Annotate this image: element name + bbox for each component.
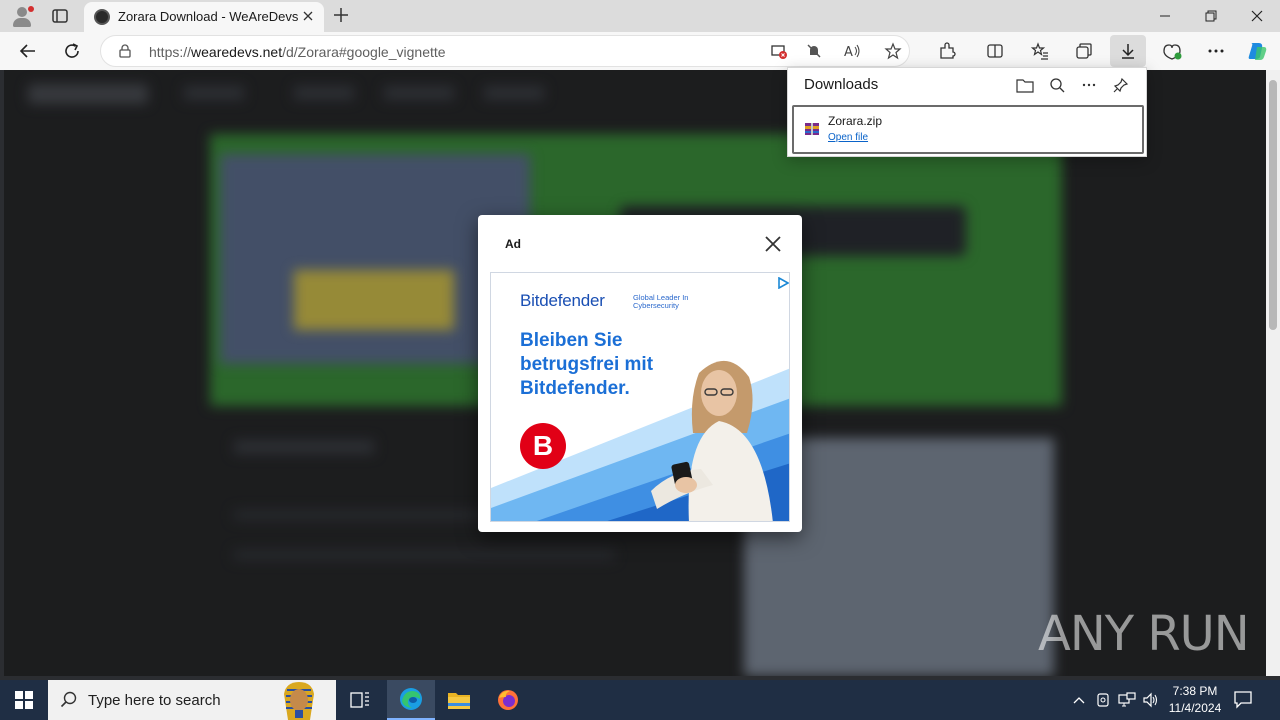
search-placeholder: Type here to search — [88, 692, 221, 709]
pin-icon[interactable] — [1110, 74, 1132, 96]
address-bar[interactable]: https://wearedevs.net/d/Zorara#google_vi… — [100, 35, 910, 67]
profile-icon[interactable] — [10, 4, 34, 28]
tab-strip: Zorara Download - WeAreDevs — [0, 0, 1280, 32]
taskbar-search-box[interactable]: Type here to search — [48, 680, 336, 720]
search-downloads-icon[interactable] — [1046, 74, 1068, 96]
notification-center-icon[interactable] — [1232, 688, 1258, 712]
firefox-icon[interactable] — [484, 680, 532, 720]
clock-date: 11/4/2024 — [1168, 701, 1222, 715]
clock-time: 7:38 PM — [1172, 684, 1218, 698]
volume-icon[interactable] — [1140, 680, 1162, 720]
svg-text:A: A — [844, 45, 853, 60]
open-file-link[interactable]: Open file — [828, 132, 868, 143]
active-tab[interactable]: Zorara Download - WeAreDevs — [84, 2, 324, 32]
download-file-name: Zorara.zip — [828, 114, 883, 128]
scrollbar-thumb[interactable] — [1269, 80, 1277, 330]
windows-logo-icon — [15, 691, 33, 709]
tab-close-icon[interactable] — [300, 8, 316, 24]
adchoices-icon[interactable] — [777, 276, 789, 290]
minimize-button[interactable] — [1142, 0, 1188, 32]
url-text[interactable]: https://wearedevs.net/d/Zorara#google_vi… — [149, 44, 446, 60]
new-tab-button[interactable] — [330, 4, 352, 26]
site-favicon-icon — [94, 9, 110, 25]
back-button[interactable] — [14, 37, 42, 65]
tray-chevron-icon[interactable] — [1068, 680, 1090, 720]
anyrun-watermark: ANY RUN — [1038, 606, 1250, 662]
downloads-flyout: Downloads Zorara.zip Open file — [787, 67, 1147, 157]
notifications-blocked-icon[interactable] — [800, 37, 828, 65]
copilot-icon[interactable] — [1243, 37, 1271, 65]
collections-icon[interactable] — [1070, 37, 1098, 65]
download-item[interactable]: Zorara.zip Open file — [792, 105, 1144, 154]
search-icon — [60, 691, 78, 709]
refresh-button[interactable] — [58, 37, 86, 65]
task-view-icon[interactable] — [336, 680, 384, 720]
ad-dialog: Ad Bitdefender Global Leader In Cybersec… — [478, 215, 802, 532]
browser-toolbar: https://wearedevs.net/d/Zorara#google_vi… — [0, 32, 1280, 70]
ad-label: Ad — [505, 237, 521, 251]
start-button[interactable] — [0, 680, 48, 720]
ad-close-icon[interactable] — [762, 233, 784, 255]
lock-icon[interactable] — [118, 44, 132, 58]
zip-file-icon — [804, 121, 820, 137]
page-scrollbar[interactable] — [1266, 70, 1280, 676]
favorite-star-icon[interactable] — [879, 37, 907, 65]
bitdefender-logo: B — [520, 423, 566, 469]
favorites-icon[interactable] — [1026, 37, 1054, 65]
tracking-blocked-icon[interactable] — [765, 37, 793, 65]
browser-essentials-icon[interactable] — [1158, 37, 1186, 65]
extensions-icon[interactable] — [933, 37, 961, 65]
split-screen-icon[interactable] — [981, 37, 1009, 65]
open-folder-icon[interactable] — [1014, 74, 1036, 96]
ad-tagline: Global Leader In Cybersecurity — [633, 293, 689, 310]
downloads-more-icon[interactable] — [1078, 74, 1100, 96]
restore-button[interactable] — [1188, 0, 1234, 32]
search-highlight-pharaoh-icon[interactable] — [268, 680, 330, 720]
file-explorer-icon[interactable] — [435, 680, 483, 720]
downloads-button[interactable] — [1110, 35, 1146, 67]
network-icon[interactable] — [1115, 680, 1139, 720]
close-window-button[interactable] — [1234, 0, 1280, 32]
edge-taskbar-icon[interactable] — [387, 680, 435, 720]
system-clock[interactable]: 7:38 PM 11/4/2024 — [1162, 683, 1228, 717]
downloads-title: Downloads — [804, 76, 879, 93]
more-menu-icon[interactable] — [1202, 37, 1230, 65]
tab-title: Zorara Download - WeAreDevs — [118, 9, 299, 24]
ad-brand: Bitdefender — [520, 291, 605, 310]
windows-taskbar: Type here to search 7:38 PM 11/4/2024 — [0, 680, 1280, 720]
tray-device-icon[interactable] — [1092, 680, 1114, 720]
ad-headline: Bleiben Sie betrugsfrei mit Bitdefender. — [520, 330, 654, 399]
watermark-text: ANY RUN — [1038, 606, 1250, 662]
ad-banner[interactable]: Bitdefender Global Leader In Cybersecuri… — [490, 272, 790, 522]
tab-actions-icon[interactable] — [48, 4, 72, 28]
read-aloud-icon[interactable]: A — [839, 37, 867, 65]
